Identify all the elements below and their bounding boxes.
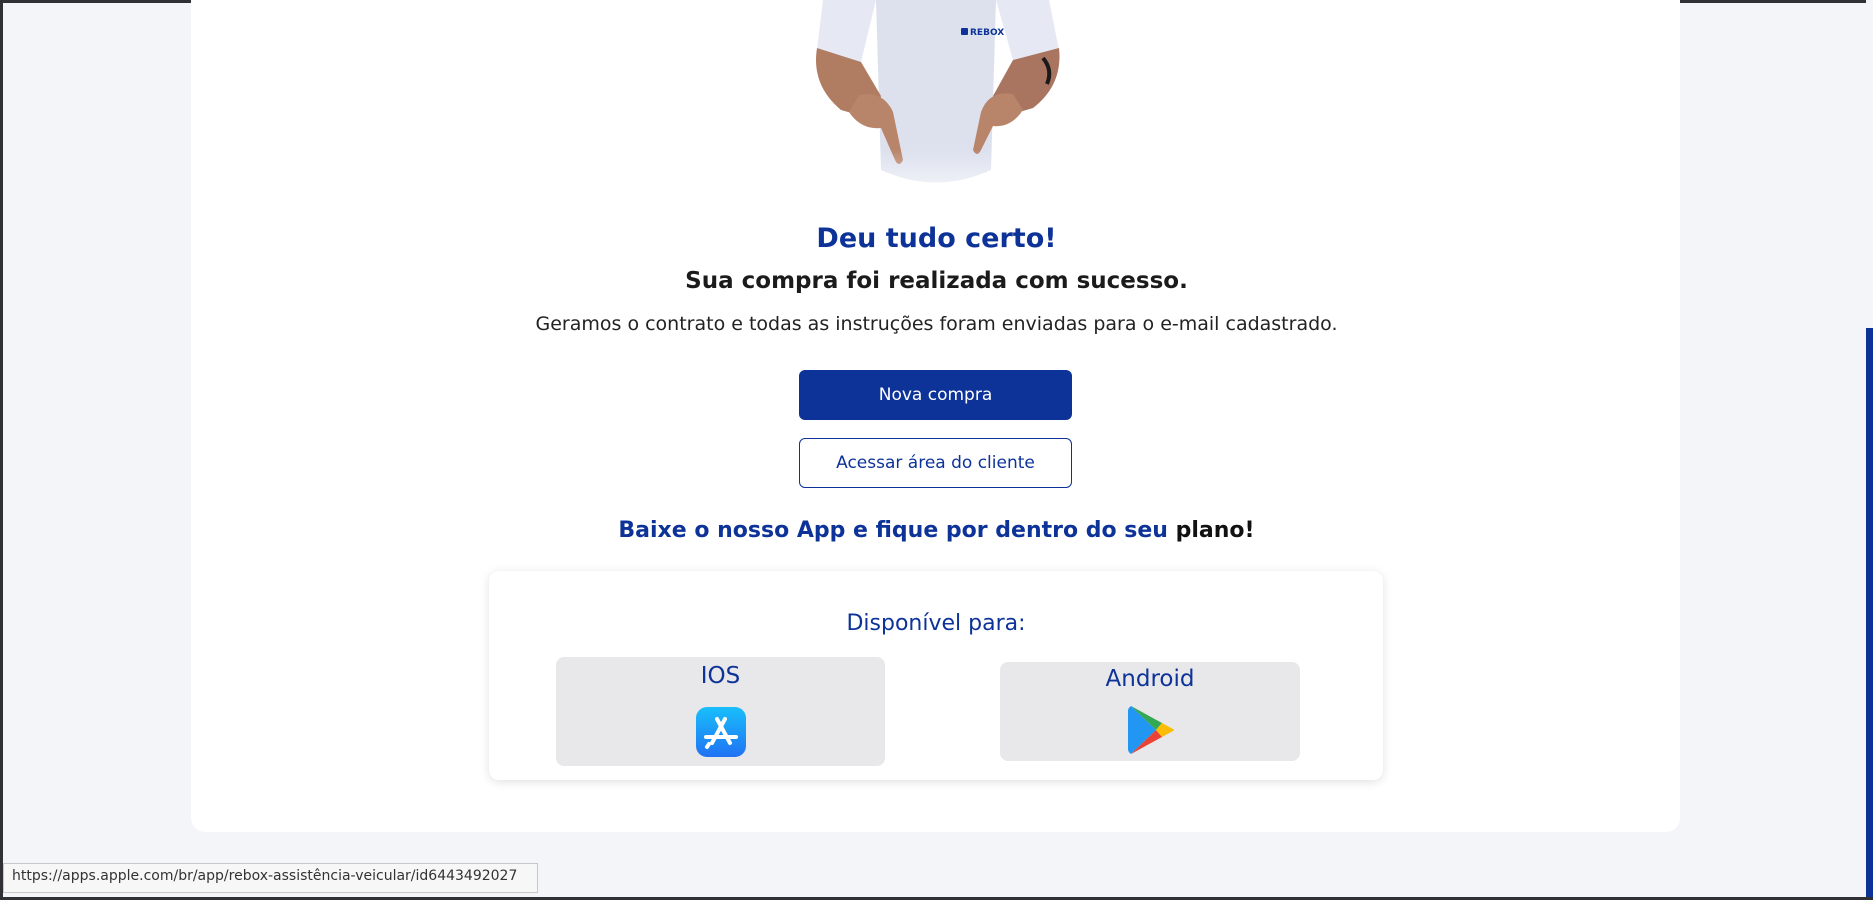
success-title: Deu tudo certo! (816, 223, 1057, 254)
scrollbar-thumb[interactable] (1866, 328, 1873, 897)
ios-store-button[interactable]: IOS (556, 657, 885, 766)
success-description: Geramos o contrato e todas as instruções… (535, 313, 1338, 335)
window-left-border (0, 0, 3, 900)
rebox-shirt-logo-mark (961, 28, 968, 35)
status-bar-url: https://apps.apple.com/br/app/rebox-assi… (3, 863, 538, 893)
app-store-icon (696, 707, 746, 757)
client-area-button[interactable]: Acessar área do cliente (799, 438, 1072, 488)
new-purchase-button[interactable]: Nova compra (799, 370, 1072, 420)
success-subtitle: Sua compra foi realizada com sucesso. (685, 268, 1188, 294)
person-pointing-down-image: REBOX (741, 0, 1131, 215)
ios-label: IOS (700, 663, 741, 689)
google-play-icon (1128, 706, 1174, 754)
android-label: Android (1105, 666, 1195, 692)
app-download-heading: Baixe o nosso App e fique por dentro do … (0, 518, 1873, 543)
available-for-label: Disponível para: (846, 611, 1026, 636)
app-heading-main: Baixe o nosso App e fique por dentro do … (618, 518, 1168, 543)
android-store-button[interactable]: Android (1000, 662, 1300, 761)
rebox-shirt-logo-text: REBOX (970, 28, 1004, 38)
app-heading-tail: plano! (1175, 518, 1255, 543)
app-stores-panel: Disponível para: IOS Android (489, 571, 1383, 780)
